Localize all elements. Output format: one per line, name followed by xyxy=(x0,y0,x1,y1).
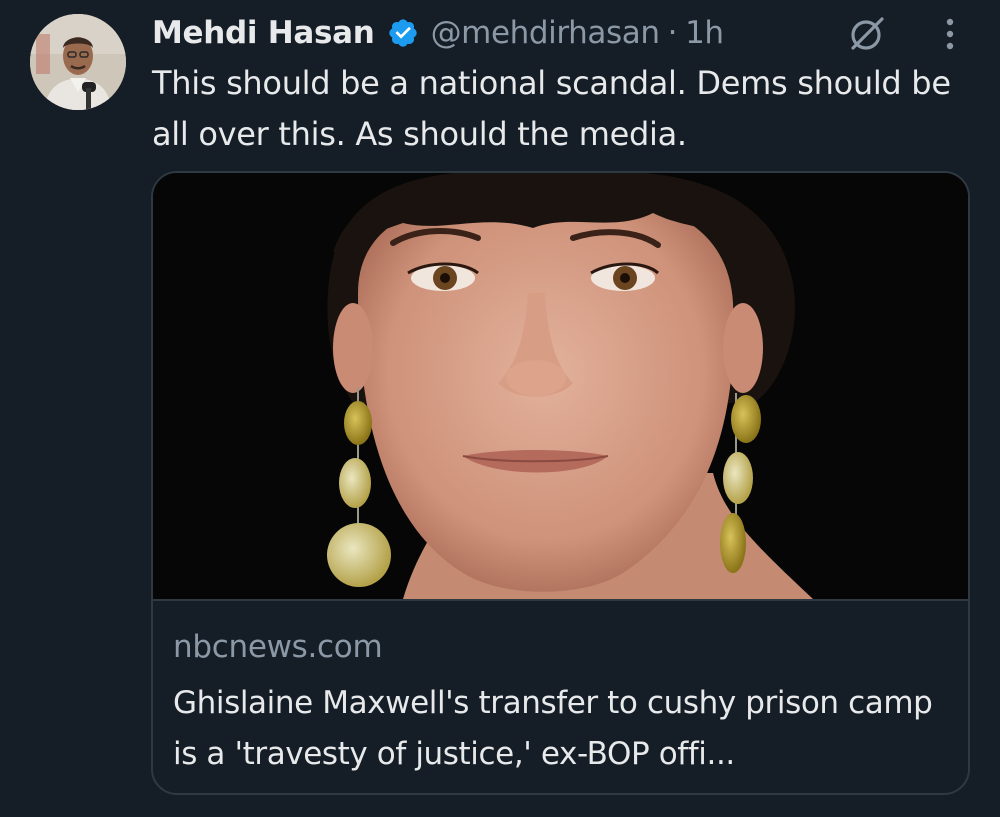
card-image[interactable] xyxy=(153,173,968,601)
header-separator: · xyxy=(667,15,678,51)
more-vertical-icon[interactable] xyxy=(940,16,960,52)
post-timestamp[interactable]: 1h xyxy=(685,15,724,51)
avatar[interactable] xyxy=(30,14,126,110)
link-preview-card[interactable]: nbcnews.com Ghislaine Maxwell's transfer… xyxy=(151,171,970,795)
post-text: This should be a national scandal. Dems … xyxy=(152,64,951,153)
card-headline: Ghislaine Maxwell's transfer to cushy pr… xyxy=(173,685,933,772)
card-domain: nbcnews.com xyxy=(173,629,383,665)
author-handle[interactable]: @mehdirhasan xyxy=(431,15,660,51)
author-display-name[interactable]: Mehdi Hasan xyxy=(152,15,375,51)
grok-icon[interactable] xyxy=(848,15,886,53)
tweet[interactable]: Mehdi Hasan @mehdirhasan · 1h This shoul… xyxy=(0,0,1000,817)
verified-badge-icon xyxy=(387,17,419,49)
post-header: Mehdi Hasan @mehdirhasan · 1h xyxy=(152,8,724,58)
